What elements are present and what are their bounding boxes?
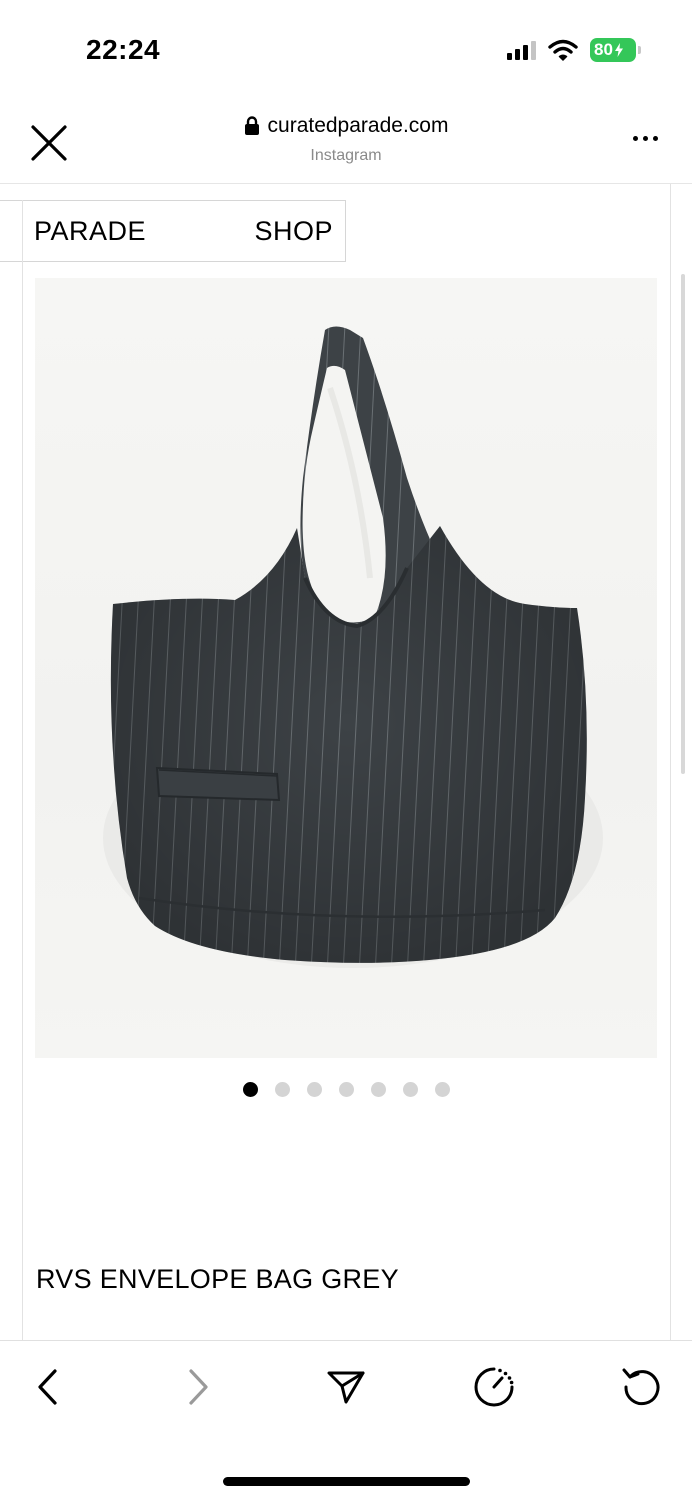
battery-indicator: 80: [590, 38, 641, 62]
carousel-dot[interactable]: [402, 1082, 418, 1097]
charging-bolt-icon: [614, 43, 623, 57]
wifi-icon: [548, 39, 578, 61]
product-image[interactable]: [35, 278, 657, 1058]
address-bar[interactable]: curatedparade.com Instagram: [0, 114, 692, 165]
carousel-dot[interactable]: [434, 1082, 450, 1097]
image-carousel-dots: [0, 1082, 692, 1097]
carousel-dot[interactable]: [370, 1082, 386, 1097]
source-label: Instagram: [310, 147, 382, 164]
chevron-right-icon[interactable]: [176, 1365, 220, 1409]
page-right-border: [670, 184, 671, 1340]
carousel-dot[interactable]: [306, 1082, 322, 1097]
tote-bag-illustration: [103, 326, 603, 968]
status-icons: 80: [507, 38, 641, 62]
page-left-border: [22, 200, 23, 1340]
scrollbar[interactable]: [681, 274, 685, 774]
product-title: RVS ENVELOPE BAG GREY: [36, 1264, 399, 1294]
browser-header: curatedparade.com Instagram: [0, 100, 692, 184]
chevron-left-icon[interactable]: [26, 1365, 70, 1409]
site-nav: PARADE SHOP: [22, 200, 346, 262]
send-icon[interactable]: [324, 1365, 368, 1409]
web-content: PARADE SHOP RVS ENVELOPE BAG GREY: [0, 184, 692, 1340]
reload-icon[interactable]: [620, 1365, 664, 1409]
nav-left-cell: [0, 200, 22, 262]
browser-toolbar: [0, 1340, 692, 1500]
status-bar: 22:24 80: [0, 0, 692, 100]
cellular-signal-icon: [507, 40, 536, 60]
lock-icon: [244, 116, 259, 135]
nav-brand-link[interactable]: PARADE: [34, 216, 146, 247]
speedometer-icon[interactable]: [472, 1365, 516, 1409]
carousel-dot[interactable]: [242, 1082, 258, 1097]
status-time: 22:24: [86, 34, 161, 65]
home-indicator[interactable]: [223, 1477, 470, 1486]
url-text: curatedparade.com: [267, 114, 449, 137]
carousel-dot[interactable]: [338, 1082, 354, 1097]
carousel-dot[interactable]: [274, 1082, 290, 1097]
url-line: curatedparade.com: [244, 114, 449, 138]
nav-shop-link[interactable]: SHOP: [254, 216, 333, 247]
more-icon[interactable]: [633, 136, 658, 141]
battery-level: 80: [594, 40, 613, 59]
